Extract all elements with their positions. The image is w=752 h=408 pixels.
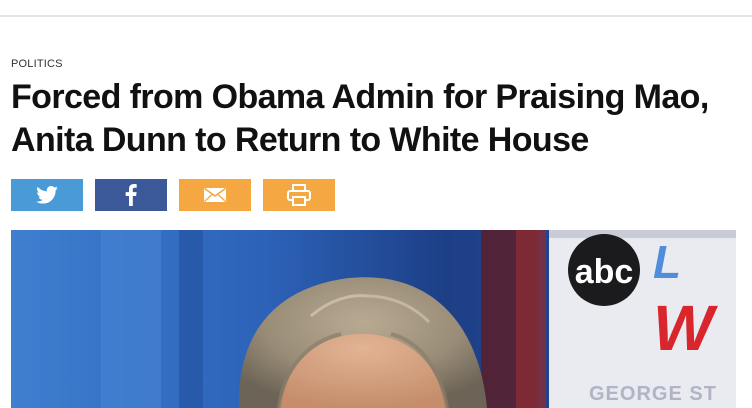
svg-text:abc: abc (575, 253, 634, 291)
abc-logo: abc (568, 234, 640, 306)
site-header-bar (0, 0, 752, 17)
svg-text:L: L (653, 236, 681, 288)
twitter-bird-icon (36, 186, 58, 204)
email-share-button[interactable] (179, 179, 251, 211)
article-hero-image: abc L W GEORGE ST (11, 230, 736, 408)
facebook-f-icon (125, 184, 137, 206)
svg-text:W: W (653, 292, 718, 364)
envelope-icon (204, 187, 226, 202)
share-buttons (11, 179, 335, 211)
article-headline: Forced from Obama Admin for Praising Mao… (11, 78, 709, 159)
twitter-share-button[interactable] (11, 179, 83, 211)
svg-text:GEORGE ST: GEORGE ST (589, 383, 717, 405)
facebook-share-button[interactable] (95, 179, 167, 211)
article-category[interactable]: POLITICS (11, 58, 63, 70)
printer-icon (287, 184, 311, 206)
hero-photo: abc L W GEORGE ST (11, 230, 736, 408)
print-share-button[interactable] (263, 179, 335, 211)
